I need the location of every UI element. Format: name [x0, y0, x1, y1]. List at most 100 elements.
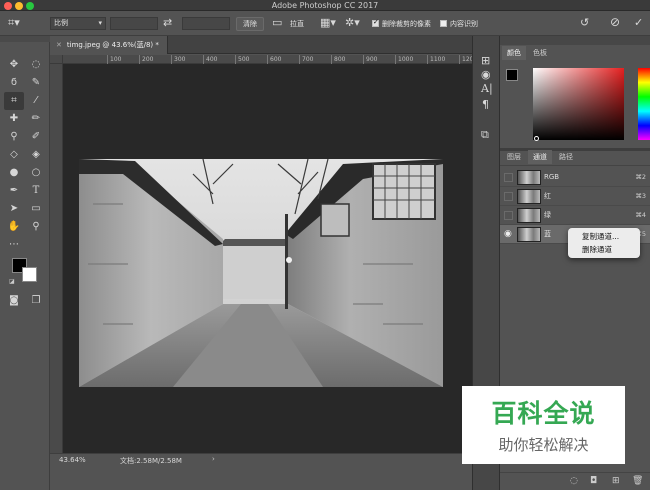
- delete-cropped-checkbox[interactable]: ✓: [372, 18, 379, 27]
- tab-paths[interactable]: 路径: [554, 150, 578, 164]
- channels-footer: ◌ ◘ ⊞ 🗑: [500, 472, 650, 490]
- channel-row-green[interactable]: 绿 ⌘4: [500, 206, 650, 225]
- hue-slider[interactable]: [638, 68, 650, 140]
- color-picker-field[interactable]: [533, 68, 624, 140]
- tool-presets-panel-icon[interactable]: ⧉: [481, 128, 489, 142]
- rectangle-tool-icon[interactable]: ▭: [26, 200, 46, 218]
- channel-name: 蓝: [544, 230, 551, 238]
- panel-foreground-swatch[interactable]: [506, 69, 518, 81]
- tab-underline: [500, 165, 650, 166]
- tab-swatches[interactable]: 色板: [528, 46, 552, 60]
- ratio-height-input[interactable]: [182, 17, 230, 30]
- overlay-grid-icon[interactable]: ▦▾: [320, 16, 336, 30]
- menu-item-duplicate-channel[interactable]: 复制通道...: [568, 230, 640, 243]
- content-aware-checkbox[interactable]: [440, 20, 447, 27]
- pen-tool-icon[interactable]: ✒: [4, 182, 24, 200]
- dodge-tool-icon[interactable]: ○: [26, 164, 46, 182]
- channel-thumbnail: [517, 189, 541, 204]
- marquee-tool-icon[interactable]: ◌: [26, 56, 46, 74]
- healing-brush-tool-icon[interactable]: ✚: [4, 110, 24, 128]
- ruler-origin[interactable]: [50, 55, 63, 64]
- ratio-width-input[interactable]: [110, 17, 158, 30]
- reset-icon[interactable]: ↺: [580, 16, 589, 30]
- paint-bucket-tool-icon[interactable]: ◈: [26, 146, 46, 164]
- new-channel-icon[interactable]: ⊞: [612, 476, 620, 486]
- straighten-icon[interactable]: ▭: [272, 16, 282, 30]
- tools-panel: ✥ ◌ ϭ ✎ ⌗ ⁄ ✚ ✏ ⚲ ✐ ◇ ◈ ● ○ ✒ T ➤ ▭ ✋ ⚲ …: [0, 36, 50, 490]
- eraser-tool-icon[interactable]: ◇: [4, 146, 24, 164]
- quick-mask-icon[interactable]: ◙: [4, 292, 24, 310]
- save-selection-icon[interactable]: ◘: [590, 476, 597, 486]
- color-picker-cursor[interactable]: [534, 136, 539, 141]
- ratio-select[interactable]: 比例 ▾: [50, 17, 106, 30]
- zoom-tool-icon[interactable]: ⚲: [26, 218, 46, 236]
- screen-mode-icon[interactable]: ❐: [26, 292, 46, 310]
- crop-tool-icon[interactable]: ⌗: [4, 92, 24, 110]
- visibility-toggle[interactable]: [504, 211, 513, 220]
- ratio-select-label: 比例: [54, 19, 68, 27]
- trash-icon[interactable]: 🗑: [632, 476, 643, 486]
- ruler-tick-label: 600: [267, 55, 281, 64]
- tab-layers[interactable]: 图层: [502, 150, 526, 164]
- delete-cropped-label[interactable]: 删除裁剪的像素: [382, 17, 431, 31]
- title-bar: Adobe Photoshop CC 2017: [0, 0, 650, 11]
- default-colors-icon[interactable]: ◪: [9, 278, 15, 285]
- lasso-tool-icon[interactable]: ϭ: [4, 74, 24, 92]
- document-tab[interactable]: ✕ timg.jpeg @ 43.6%(蓝/8) *: [50, 36, 168, 54]
- horizontal-ruler[interactable]: 100 200 300 400 500 600 700 800 900 1000 1100 1200: [63, 55, 477, 64]
- hand-tool-icon[interactable]: ✋: [4, 218, 24, 236]
- tab-channels[interactable]: 通道: [528, 150, 552, 164]
- channel-name: 绿: [544, 211, 551, 219]
- straighten-label[interactable]: 拉直: [290, 17, 304, 31]
- cancel-crop-icon[interactable]: ⊘: [610, 15, 620, 29]
- history-panel-icon[interactable]: ⊞: [481, 54, 490, 68]
- path-selection-tool-icon[interactable]: ➤: [4, 200, 24, 218]
- blur-tool-icon[interactable]: ●: [4, 164, 24, 182]
- status-menu-arrow-icon[interactable]: ›: [212, 455, 215, 463]
- crop-tool-preset-icon[interactable]: ⌗▾: [8, 16, 20, 30]
- visibility-toggle[interactable]: [504, 173, 513, 182]
- channel-name: RGB: [544, 173, 560, 181]
- ruler-tick-label: 700: [299, 55, 313, 64]
- swap-dimensions-icon[interactable]: ⇄: [163, 16, 172, 30]
- quick-select-tool-icon[interactable]: ✎: [26, 74, 46, 92]
- zoom-level[interactable]: 43.64%: [59, 456, 86, 464]
- character-panel-icon[interactable]: A|: [481, 82, 493, 95]
- visibility-toggle[interactable]: [504, 192, 513, 201]
- eye-icon[interactable]: ◉: [504, 225, 512, 244]
- channel-row-rgb[interactable]: RGB ⌘2: [500, 168, 650, 187]
- move-tool-icon[interactable]: ✥: [4, 56, 24, 74]
- watermark-title: 百科全说: [491, 399, 596, 428]
- more-tools-icon[interactable]: ⋯: [4, 236, 24, 254]
- channel-thumbnail: [517, 170, 541, 185]
- close-tab-icon[interactable]: ✕: [56, 41, 62, 49]
- type-tool-icon[interactable]: T: [26, 182, 46, 200]
- content-aware-label[interactable]: 内容识别: [450, 17, 478, 31]
- eyedropper-tool-icon[interactable]: ⁄: [26, 92, 46, 110]
- menu-item-delete-channel[interactable]: 删除通道: [568, 243, 640, 256]
- ruler-tick-label: 1100: [427, 55, 445, 64]
- document-image[interactable]: [63, 64, 472, 453]
- background-color-swatch[interactable]: [22, 267, 37, 282]
- properties-panel-icon[interactable]: ◉: [481, 68, 491, 82]
- channel-thumbnail: [517, 227, 541, 242]
- commit-crop-icon[interactable]: ✓: [634, 16, 643, 30]
- ruler-tick-label: 800: [331, 55, 345, 64]
- vertical-ruler[interactable]: [50, 64, 63, 453]
- brush-tool-icon[interactable]: ✏: [26, 110, 46, 128]
- clear-button[interactable]: 清除: [236, 17, 264, 31]
- history-brush-tool-icon[interactable]: ✐: [26, 128, 46, 146]
- clone-stamp-tool-icon[interactable]: ⚲: [4, 128, 24, 146]
- options-bar: ⌗▾ 比例 ▾ ⇄ 清除 ▭ 拉直 ▦▾ ✲▾ ✓ 删除裁剪的像素 内容识别 ↺…: [0, 11, 650, 36]
- channel-name: 红: [544, 192, 551, 200]
- load-selection-icon[interactable]: ◌: [570, 476, 578, 486]
- ruler-tick-label: 100: [107, 55, 121, 64]
- document-size[interactable]: 文档:2.58M/2.58M: [120, 456, 182, 466]
- channel-shortcut: ⌘3: [635, 192, 646, 200]
- document-tab-title: timg.jpeg @ 43.6%(蓝/8) *: [66, 41, 159, 49]
- paragraph-panel-icon[interactable]: ¶: [482, 98, 489, 112]
- channel-row-red[interactable]: 红 ⌘3: [500, 187, 650, 206]
- canvas-area[interactable]: [63, 64, 472, 453]
- gear-icon[interactable]: ✲▾: [345, 16, 360, 30]
- tab-color[interactable]: 颜色: [502, 46, 526, 60]
